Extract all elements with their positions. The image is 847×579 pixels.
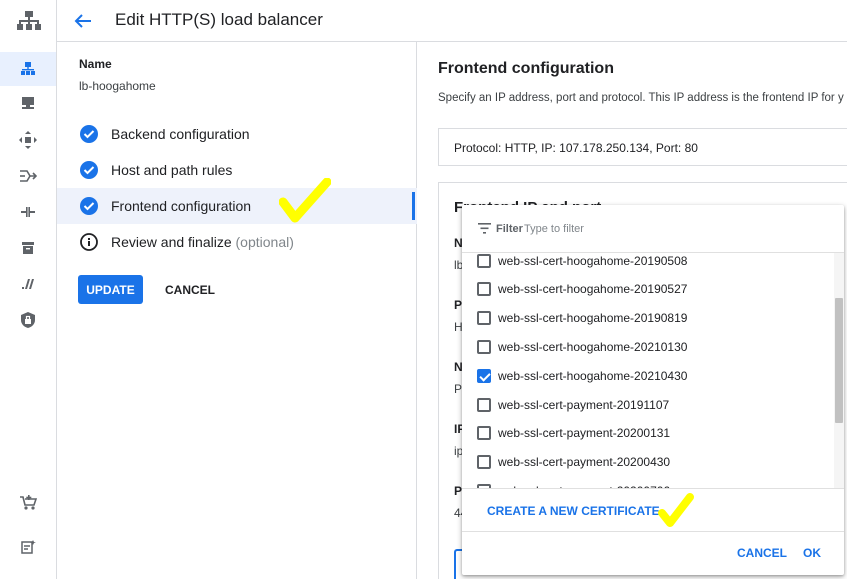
dropdown-cancel-button[interactable]: CANCEL — [737, 546, 787, 560]
arrow-back-icon — [74, 14, 91, 28]
name-label: Name — [79, 57, 112, 71]
cancel-button[interactable]: CANCEL — [165, 275, 215, 304]
yellow-check-annotation — [279, 178, 331, 223]
list-item[interactable]: web-ssl-cert-payment-20200131 — [462, 419, 834, 448]
create-certificate-link[interactable]: CREATE A NEW CERTIFICATE — [487, 504, 660, 518]
step-review-and-finalize[interactable]: Review and finalize (optional) — [57, 224, 417, 260]
step-label: Frontend configuration — [111, 198, 252, 214]
slashes-icon — [22, 279, 34, 289]
interconnect-icon — [21, 207, 35, 217]
steps-panel: Name lb-hoogahome Backend configuration … — [57, 42, 417, 579]
list-item[interactable]: web-ssl-cert-hoogahome-20190508 — [462, 253, 834, 276]
filter-label: Filter — [496, 223, 523, 235]
load-balancing-icon — [21, 62, 35, 75]
option-label: web-ssl-cert-hoogahome-20190527 — [498, 282, 688, 296]
list-item[interactable]: web-ssl-cert-payment-20200706 — [462, 477, 834, 488]
checkbox[interactable] — [477, 254, 491, 268]
name-value: lb-hoogahome — [79, 79, 156, 93]
optional-tag: (optional) — [235, 234, 294, 250]
option-label: web-ssl-cert-payment-20200430 — [498, 455, 671, 469]
section-description: Specify an IP address, port and protocol… — [438, 92, 844, 104]
step-label: Review and finalize (optional) — [111, 234, 294, 250]
back-button[interactable] — [71, 9, 95, 33]
checkbox[interactable] — [477, 282, 491, 296]
step-backend-configuration[interactable]: Backend configuration — [57, 116, 417, 152]
check-circle-icon — [80, 125, 98, 143]
step-label: Backend configuration — [111, 126, 250, 142]
page-title: Edit HTTP(S) load balancer — [115, 10, 323, 29]
rail-item-network-endpoint[interactable] — [0, 123, 56, 157]
network-hierarchy-icon[interactable] — [0, 0, 57, 42]
step-label-text: Review and finalize — [111, 234, 232, 250]
checkbox[interactable] — [477, 398, 491, 412]
scrollbar[interactable] — [834, 253, 844, 488]
checkbox-checked[interactable] — [477, 369, 491, 383]
network-endpoint-icon — [19, 131, 37, 149]
option-label: web-ssl-cert-hoogahome-20210430 — [498, 369, 688, 383]
rail-item-release-notes[interactable] — [0, 530, 56, 564]
protocol-field-label: P — [454, 298, 463, 312]
list-item[interactable]: web-ssl-cert-hoogahome-20210130 — [462, 333, 834, 362]
filter-list-icon — [478, 223, 491, 234]
step-frontend-configuration[interactable]: Frontend configuration — [57, 188, 417, 224]
certificate-list: web-ssl-cert-hoogahome-20190508 web-ssl-… — [462, 253, 844, 488]
routing-icon — [20, 170, 37, 182]
rail-item-security[interactable] — [0, 303, 56, 337]
checkbox[interactable] — [477, 311, 491, 325]
product-rail — [0, 0, 57, 579]
list-item[interactable]: web-ssl-cert-payment-20191107 — [462, 391, 834, 420]
yellow-check-annotation — [658, 493, 694, 527]
scrollbar-thumb[interactable] — [835, 298, 843, 423]
shield-lock-icon — [21, 312, 35, 328]
check-circle-icon — [80, 197, 98, 215]
rail-item-load-balancing[interactable] — [0, 52, 56, 86]
list-item[interactable]: web-ssl-cert-hoogahome-20190527 — [462, 275, 834, 304]
create-certificate-row: CREATE A NEW CERTIFICATE — [462, 488, 844, 532]
active-step-indicator — [412, 192, 415, 220]
option-label: web-ssl-cert-hoogahome-20210130 — [498, 340, 688, 354]
marketplace-cart-icon — [20, 495, 37, 510]
filter-bar: Filter — [462, 205, 844, 253]
option-label: web-ssl-cert-hoogahome-20190819 — [498, 311, 688, 325]
rail-item-slashes[interactable] — [0, 267, 56, 301]
checkbox[interactable] — [477, 340, 491, 354]
filter-input[interactable] — [524, 219, 724, 239]
list-item[interactable]: web-ssl-cert-payment-20200430 — [462, 448, 834, 477]
storage-icon — [22, 242, 34, 254]
checkbox[interactable] — [477, 455, 491, 469]
frontend-summary[interactable]: Protocol: HTTP, IP: 107.178.250.134, Por… — [438, 128, 847, 166]
release-notes-icon — [21, 540, 36, 554]
rail-item-interconnect[interactable] — [0, 195, 56, 229]
option-label: web-ssl-cert-hoogahome-20190508 — [498, 254, 688, 268]
summary-text: Protocol: HTTP, IP: 107.178.250.134, Por… — [454, 141, 698, 155]
check-circle-icon — [80, 161, 98, 179]
certificate-dropdown: Filter web-ssl-cert-hoogahome-20190508 w… — [462, 205, 844, 575]
info-icon — [80, 233, 98, 251]
rail-item-marketplace[interactable] — [0, 486, 56, 520]
dropdown-ok-button[interactable]: OK — [803, 546, 821, 560]
list-item[interactable]: web-ssl-cert-hoogahome-20210430 — [462, 362, 834, 391]
update-button[interactable]: UPDATE — [78, 275, 143, 304]
page-header: Edit HTTP(S) load balancer — [57, 0, 847, 42]
computer-icon — [22, 97, 34, 109]
section-title: Frontend configuration — [438, 60, 614, 77]
rail-item-compute[interactable] — [0, 86, 56, 120]
option-label: web-ssl-cert-payment-20200131 — [498, 426, 671, 440]
checkbox[interactable] — [477, 426, 491, 440]
list-item[interactable]: web-ssl-cert-hoogahome-20190819 — [462, 304, 834, 333]
rail-item-storage[interactable] — [0, 231, 56, 265]
network-field-value: P — [454, 382, 463, 396]
step-label: Host and path rules — [111, 162, 233, 178]
option-label: web-ssl-cert-payment-20191107 — [498, 398, 670, 412]
rail-item-routing[interactable] — [0, 159, 56, 193]
step-host-and-path-rules[interactable]: Host and path rules — [57, 152, 417, 188]
